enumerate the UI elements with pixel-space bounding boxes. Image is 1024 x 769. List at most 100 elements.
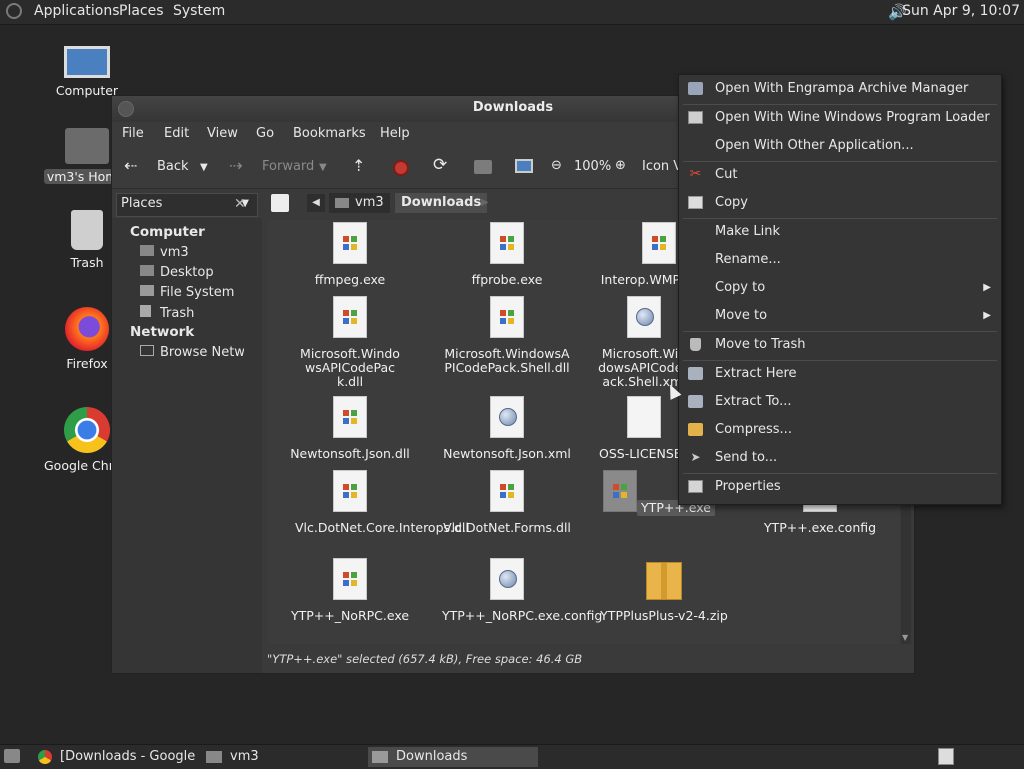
side-item-browse-network[interactable]: Browse Network	[140, 345, 244, 360]
file-item[interactable]: Microsoft.WindowsAPICodePack.dll	[275, 296, 425, 389]
file-item[interactable]: Newtonsoft.Json.dll	[275, 396, 425, 461]
menu-bookmarks[interactable]: Bookmarks	[293, 126, 366, 141]
menu-item-compress[interactable]: Compress...	[679, 417, 1001, 443]
file-item[interactable]: YTPPlusPlus-v2-4.zip	[589, 558, 739, 623]
menu-item-open-with-other[interactable]: Open With Other Application...	[679, 133, 1001, 159]
taskbar-item-vm3[interactable]: vm3	[206, 747, 259, 767]
menu-item-copy[interactable]: Copy	[679, 190, 1001, 216]
back-history-dropdown-icon[interactable]: ▼	[200, 162, 208, 173]
copy-icon	[688, 196, 703, 209]
file-item[interactable]: Newtonsoft.Json.xml	[432, 396, 582, 461]
menu-places[interactable]: Places	[119, 3, 164, 19]
side-item-desktop[interactable]: Desktop	[140, 265, 214, 280]
menu-applications[interactable]: Applications	[34, 3, 120, 19]
taskbar-item-label: Downloads	[396, 749, 468, 764]
file-name: ffprobe.exe	[471, 272, 543, 287]
scroll-down-arrow-icon[interactable]: ▼	[902, 633, 908, 642]
home-icon[interactable]	[474, 160, 492, 174]
taskbar-item-label: [Downloads - Google Chrome]	[60, 749, 198, 764]
xml-file-icon	[490, 558, 524, 600]
side-item-label: File System	[160, 285, 235, 300]
executable-icon	[333, 558, 367, 600]
file-name: Vlc.DotNet.Forms.dll	[443, 520, 571, 535]
menu-edit[interactable]: Edit	[164, 126, 189, 141]
file-name: Microsoft.WindowsAPICodePack.dll	[300, 346, 400, 389]
menu-item-move-to[interactable]: Move to ▶	[679, 303, 1001, 329]
computer-icon[interactable]	[515, 159, 533, 173]
executable-icon	[642, 222, 676, 264]
menu-item-extract-here[interactable]: Extract Here	[679, 361, 1001, 387]
side-item-vm3[interactable]: vm3	[140, 245, 189, 260]
trash-icon	[690, 338, 701, 351]
file-item[interactable]: Microsoft.WindowsAPICodePack.Shell.dll	[432, 296, 582, 375]
menu-item-open-with-engrampa[interactable]: Open With Engrampa Archive Manager	[679, 76, 1001, 102]
file-item[interactable]: Vlc.DotNet.Core.Interops.dll	[275, 470, 469, 535]
back-button[interactable]: Back	[157, 159, 189, 174]
path-left-arrow-icon[interactable]: ◀	[307, 194, 325, 212]
executable-icon	[603, 470, 638, 512]
path-button-vm3[interactable]: vm3	[329, 193, 390, 213]
menu-item-label: Move to Trash	[715, 337, 806, 352]
menu-item-label: Move to	[715, 308, 768, 323]
window-title: Downloads	[472, 100, 554, 115]
workspace-switcher[interactable]	[938, 748, 954, 765]
zoom-level[interactable]: 100%	[574, 159, 611, 174]
up-icon[interactable]: ⇡	[352, 156, 365, 175]
menu-item-label: Copy to	[715, 280, 766, 295]
taskbar: [Downloads - Google Chrome] vm3 Download…	[0, 744, 1024, 769]
back-arrow-icon[interactable]: ⇠	[124, 156, 137, 175]
edit-location-icon[interactable]	[271, 194, 289, 212]
clock[interactable]: Sun Apr 9, 10:07	[902, 3, 1020, 19]
file-item[interactable]: YTP++_NoRPC.exe	[275, 558, 425, 623]
menu-item-open-with-wine[interactable]: Open With Wine Windows Program Loader	[679, 105, 1001, 131]
zoom-out-icon[interactable]: ⊖	[551, 158, 562, 173]
file-item[interactable]: ffprobe.exe	[432, 222, 582, 287]
compress-icon	[688, 423, 703, 436]
executable-icon	[490, 296, 524, 338]
file-item[interactable]: ffmpeg.exe	[275, 222, 425, 287]
menu-item-label: Send to...	[715, 450, 778, 465]
menu-system[interactable]: System	[173, 3, 225, 19]
taskbar-item-downloads[interactable]: Downloads	[368, 747, 538, 767]
side-pane: Computer vm3 Desktop File System Trash N…	[112, 218, 262, 673]
side-item-trash[interactable]: Trash	[140, 305, 194, 321]
chrome-icon	[64, 407, 110, 453]
menu-item-rename[interactable]: Rename...	[679, 247, 1001, 273]
file-name: YTP++_NoRPC.exe	[290, 608, 410, 623]
window-menu-icon[interactable]	[118, 101, 134, 117]
menu-item-properties[interactable]: Properties	[679, 474, 1001, 500]
close-side-pane-icon[interactable]: ✕	[234, 196, 246, 212]
reload-icon[interactable]: ⟳	[433, 155, 447, 175]
file-name: Microsoft.WindowsAPICodePack.Shell.xml	[598, 346, 690, 387]
menu-item-copy-to[interactable]: Copy to ▶	[679, 275, 1001, 301]
menu-go[interactable]: Go	[256, 126, 274, 141]
side-item-file-system[interactable]: File System	[140, 285, 234, 300]
menu-view[interactable]: View	[207, 126, 238, 141]
side-item-label: Desktop	[160, 265, 214, 280]
taskbar-item-chrome[interactable]: [Downloads - Google Chrome]	[38, 747, 198, 767]
menu-item-extract-to[interactable]: Extract To...	[679, 389, 1001, 415]
file-name: Microsoft.WindowsAPICodePack.Shell.dll	[444, 346, 570, 375]
zoom-in-icon[interactable]: ⊕	[615, 158, 626, 173]
menu-item-send-to[interactable]: ➤ Send to...	[679, 445, 1001, 471]
xml-file-icon	[490, 396, 524, 438]
menu-help[interactable]: Help	[380, 126, 410, 141]
path-button-downloads[interactable]: Downloads	[395, 193, 488, 213]
trash-icon	[140, 305, 151, 317]
status-text: "YTP++.exe" selected (657.4 kB), Free sp…	[267, 652, 583, 666]
menu-item-make-link[interactable]: Make Link	[679, 219, 1001, 245]
menu-item-label: Rename...	[715, 252, 781, 267]
show-desktop-icon[interactable]	[4, 749, 20, 763]
menu-file[interactable]: File	[122, 126, 144, 141]
extract-icon	[688, 395, 703, 408]
mate-logo-icon[interactable]	[6, 3, 22, 19]
file-item[interactable]: YTP++_NoRPC.exe.config	[432, 558, 602, 623]
side-pane-selector-label: Places	[121, 196, 163, 211]
menu-item-move-to-trash[interactable]: Move to Trash	[679, 332, 1001, 358]
side-item-label: Trash	[160, 306, 195, 321]
stop-icon	[393, 160, 409, 176]
chrome-icon	[38, 749, 52, 764]
menu-item-cut[interactable]: ✂ Cut	[679, 162, 1001, 188]
desktop-icon-computer[interactable]: Computer	[44, 46, 130, 98]
file-item[interactable]: Vlc.DotNet.Forms.dll	[432, 470, 582, 535]
